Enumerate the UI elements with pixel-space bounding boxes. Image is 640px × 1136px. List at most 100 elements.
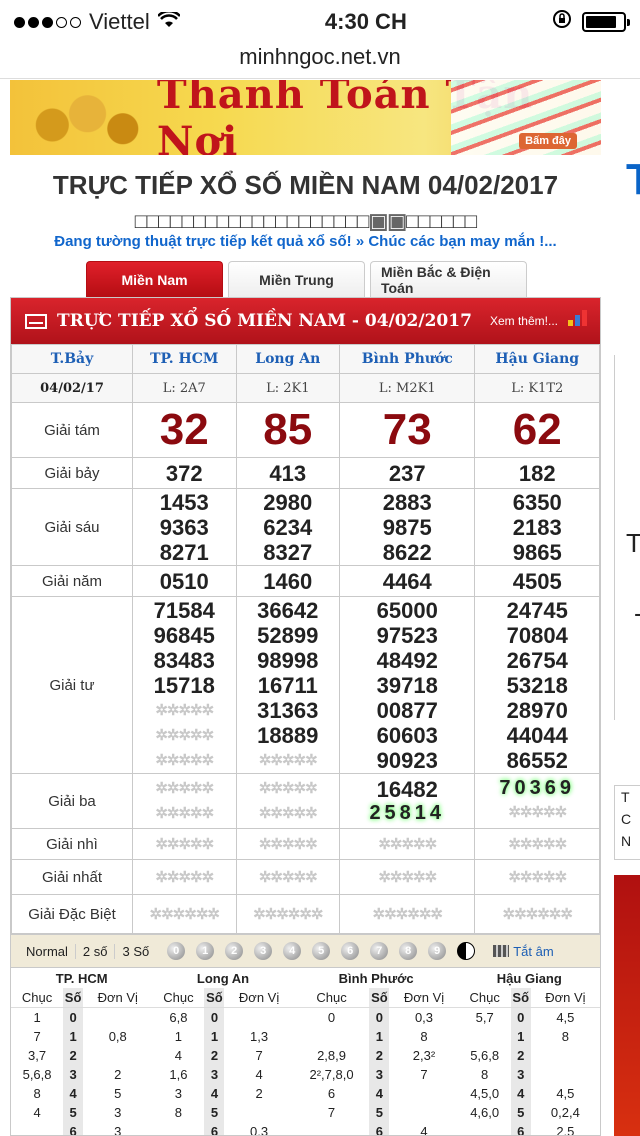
yin-yang-icon[interactable] [457,942,476,960]
prize-label-g8: Giải tám [11,402,133,458]
prize-number: 48492 [376,647,438,673]
prize-number: 16711 [257,672,318,698]
loto-cell: 5,6,8 [22,1067,52,1082]
prize-number: 1453 [159,489,209,515]
prize-cell-g3: 16482 25814 [339,773,476,829]
loto-cell: 5,6,8 [470,1048,500,1063]
right-list-item[interactable]: T [621,786,640,808]
loto-cell: 6,8 [169,1010,188,1025]
results-table: T.Bảy TP. HCM Long An Bình Phước Hậu Gia… [11,344,600,934]
prize-number: 2883 [382,489,432,515]
pending-number: ✲✲✲✲✲✲ [149,905,220,923]
banner-button[interactable]: Bấm đây [519,133,577,149]
province-name[interactable]: Bình Phước [339,344,476,374]
loto-cell [224,1103,293,1122]
prize-number: 237 [388,460,426,486]
ad-banner[interactable]: Thanh Toán Tận Nơi Bấm đây [10,80,601,155]
loto-cell [11,1122,63,1135]
loto-cell: 4 [33,1105,41,1120]
loto-province: Bình Phước [338,970,414,986]
filter-normal[interactable]: Normal [19,943,76,959]
loto-table: TP. HCM Long An Bình Phước Hậu Giang Chục Số Đ… [11,968,600,1136]
loto-cell [531,1046,600,1065]
right-list-item[interactable]: C [621,808,640,830]
prize-cell-g3: ✲✲✲✲✲ ✲✲✲✲✲ [235,773,341,829]
tab-mien-nam[interactable]: Miền Nam [86,261,223,297]
digit-ball-7[interactable]: 7 [370,942,389,960]
prize-number: 97523 [376,622,438,648]
loto-col-header: Số [369,988,390,1008]
loto-col-header: Đơn Vị [530,988,600,1008]
province-name[interactable]: Hậu Giang [474,344,600,374]
prize-number: 98998 [257,647,319,673]
digit-ball-2[interactable]: 2 [225,942,244,960]
filter-2-so[interactable]: 2 số [76,943,116,959]
prize-cell-g2: ✲✲✲✲✲ [474,828,600,860]
province-name[interactable]: TP. HCM [132,344,237,374]
loto-col-header: Đơn Vị [389,988,459,1008]
loto-cell: 4 [369,1084,390,1103]
right-list-item[interactable]: N [621,830,640,852]
pending-number: ✲✲✲✲✲✲ [372,905,443,923]
loto-col-header: Chục [152,988,205,1008]
loto-province: Hậu Giang [496,970,562,986]
digit-ball-5[interactable]: 5 [312,942,331,960]
pending-number: ✲✲✲✲✲ [258,868,318,886]
pending-number: ✲✲✲✲✲ [155,780,214,797]
loto-cell: 1 [369,1027,390,1046]
loto-cell: 2,5 [556,1124,575,1136]
see-more-link[interactable]: Xem thêm!... [490,314,558,328]
lottery-code: L: 2K1 [235,373,341,403]
pending-number: ✲✲✲✲✲✲ [502,905,573,923]
pending-number: ✲✲✲✲✲ [508,868,567,886]
prize-cell-g4: 36642 52899 98998 16711 31363 18889 ✲✲✲✲✲ [235,596,341,774]
prize-number: 4505 [512,568,562,594]
prize-cell-g8: 62 [474,402,600,458]
prize-number: 6350 [512,489,562,515]
loto-cell: 3 [114,1124,122,1136]
loto-cell: 3,7 [28,1048,47,1063]
digit-ball-4[interactable]: 4 [283,942,302,960]
digit-ball-3[interactable]: 3 [254,942,273,960]
tab-mien-trung[interactable]: Miền Trung [228,261,365,297]
digit-ball-0[interactable]: 0 [167,942,186,960]
lottery-code: L: 2A7 [132,373,237,403]
pending-number: ✲✲✲✲✲ [378,835,437,853]
mute-button[interactable]: Tắt âm [493,944,554,959]
prize-cell-g7: 372 [132,457,237,489]
loto-row: 1 0 6,8 0 0 0 0,3 5,7 0 4,5 [11,1007,600,1028]
tab-mien-bac-dien-toan[interactable]: Miền Bắc & Điện Toán [370,261,527,297]
prize-cell-db: ✲✲✲✲✲✲ [339,894,476,934]
right-column-ad[interactable] [614,875,640,1136]
loto-cell: 0,3 [414,1010,434,1025]
digit-ball-8[interactable]: 8 [399,942,418,960]
loto-cell: 1,3 [250,1029,269,1044]
digit-ball-9[interactable]: 9 [428,942,447,960]
prize-cell-g5: 4505 [474,565,600,597]
loto-cell: 3 [204,1065,225,1084]
loto-cell: 2 [114,1067,122,1082]
chart-icon[interactable] [568,310,588,326]
loto-cell [294,1027,370,1046]
prize-cell-g1: ✲✲✲✲✲ [474,859,600,895]
gold-coins-image [10,80,151,155]
loto-province: TP. HCM [55,970,108,986]
right-column-list: T C N [614,785,640,860]
loto-cell: 0 [327,1010,336,1025]
loto-cell: 1,6 [169,1067,188,1082]
url-bar[interactable]: minhngoc.net.vn [0,44,640,79]
prize-label-g1: Giải nhất [11,859,133,895]
loto-cell: 3 [114,1105,122,1120]
prize-cell-db: ✲✲✲✲✲✲ [132,894,237,934]
filter-3-so[interactable]: 3 Số [115,944,156,959]
digit-ball-6[interactable]: 6 [341,942,360,960]
mail-icon [25,313,47,329]
pending-number: ✲✲✲✲✲ [155,835,214,853]
loto-cell [83,1008,152,1028]
digit-ball-1[interactable]: 1 [196,942,215,960]
loto-cell [459,1122,511,1135]
loto-cell: 4 [420,1124,428,1136]
province-name[interactable]: Long An [235,344,341,374]
prize-number: 18889 [257,722,319,748]
results-header: TRỰC TIẾP XỔ SỐ MIỀN NAM - 04/02/2017 Xe… [11,298,600,344]
